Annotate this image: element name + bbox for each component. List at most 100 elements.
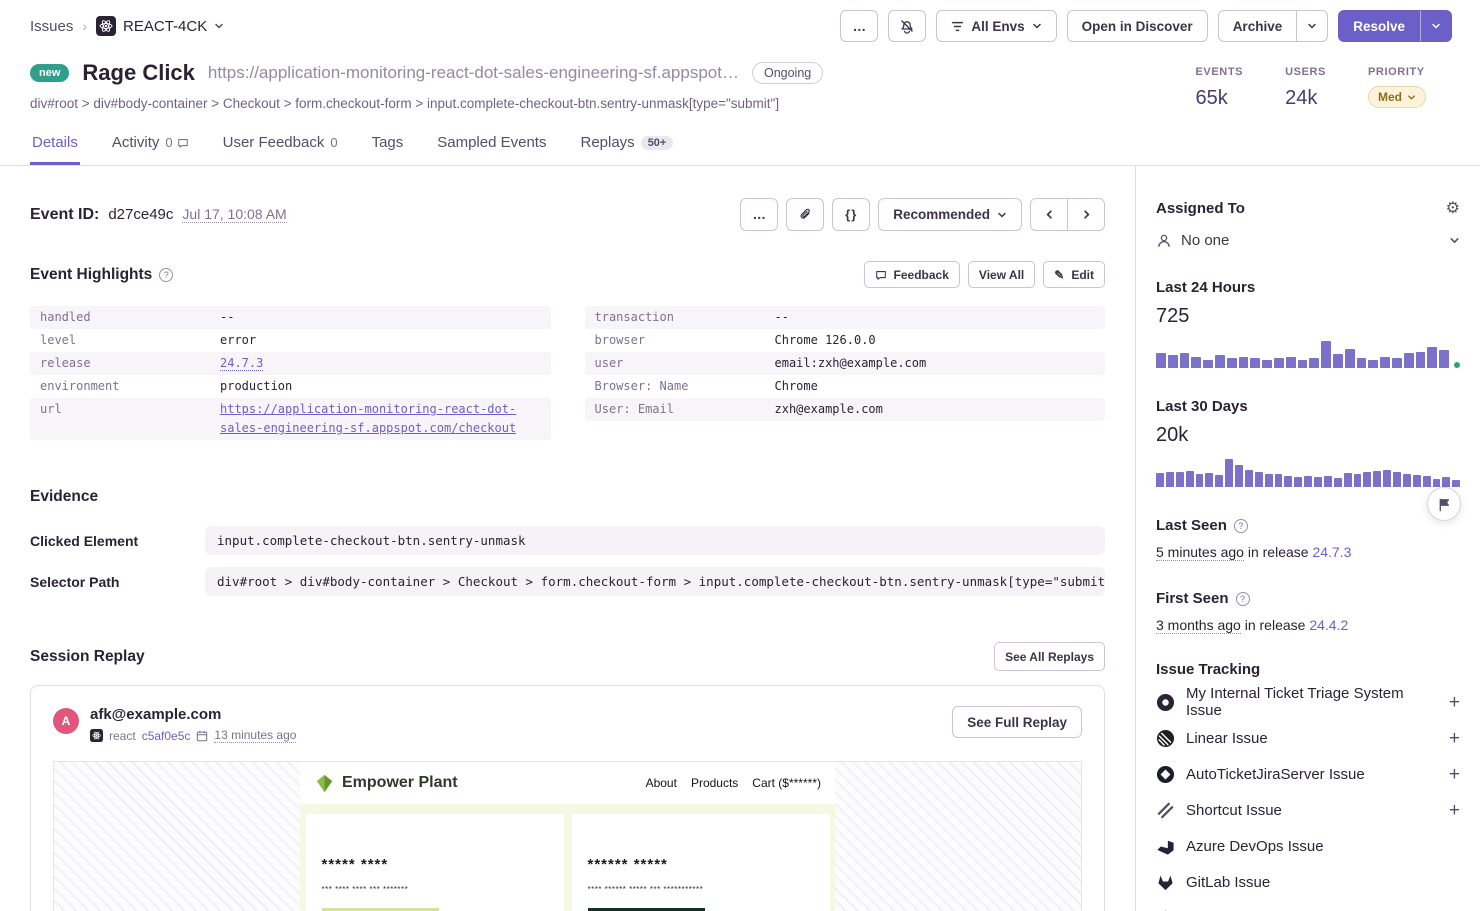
replay-user-link[interactable]: afk@example.com — [90, 706, 296, 723]
product-title: ****** ***** — [588, 856, 814, 873]
tab-replays[interactable]: Replays50+ — [578, 125, 675, 165]
highlight-row: release24.7.3 — [30, 352, 551, 375]
feedback-button[interactable]: Feedback — [864, 261, 960, 288]
spark-bar — [1334, 478, 1342, 487]
stat-events-value[interactable]: 65k — [1195, 87, 1243, 110]
last-seen-release-link[interactable]: 24.7.3 — [1312, 544, 1351, 560]
resolve-button[interactable]: Resolve — [1338, 10, 1420, 42]
issue-tracking-item[interactable]: Azure DevOps Issue — [1156, 828, 1460, 864]
replay-preview[interactable]: Empower Plant AboutProductsCart ($******… — [53, 761, 1082, 911]
status-badge: Ongoing — [752, 62, 823, 84]
see-all-replays-button[interactable]: See All Replays — [994, 642, 1105, 671]
spark-bar — [1333, 354, 1343, 368]
event-attachments-button[interactable] — [786, 198, 824, 231]
highlight-value: zxh@example.com — [775, 400, 1096, 419]
event-timestamp: Jul 17, 10:08 AM — [182, 206, 286, 223]
resolve-dropdown-button[interactable] — [1420, 10, 1452, 42]
see-full-replay-button[interactable]: See Full Replay — [952, 706, 1082, 738]
evidence-label: Clicked Element — [30, 533, 205, 549]
spark-bar — [1439, 350, 1449, 368]
archive-button[interactable]: Archive — [1218, 10, 1298, 42]
more-actions-button[interactable]: … — [840, 10, 878, 42]
highlight-key: handled — [40, 308, 220, 327]
highlight-value: -- — [775, 308, 1096, 327]
event-json-button[interactable]: {} — [832, 198, 870, 231]
view-all-button[interactable]: View All — [968, 261, 1035, 288]
spark-bar — [1203, 360, 1213, 368]
issue-tracking-item[interactable]: Shortcut Issue + — [1156, 792, 1460, 828]
add-issue-link-button[interactable]: + — [1449, 765, 1460, 784]
issue-tracking-item[interactable]: Linear Issue + — [1156, 720, 1460, 756]
tab-sampled-events[interactable]: Sampled Events — [435, 125, 548, 165]
spark-bar — [1227, 358, 1237, 368]
replay-site-brand: Empower Plant — [342, 774, 458, 792]
stat-users-label: USERS — [1285, 66, 1326, 78]
priority-value: Med — [1378, 90, 1402, 104]
mute-notifications-button[interactable] — [888, 10, 926, 42]
spark-bar — [1363, 472, 1371, 487]
stat-users-value[interactable]: 24k — [1285, 87, 1326, 110]
session-replay-title: Session Replay — [30, 648, 145, 666]
edit-highlights-button[interactable]: ✎ Edit — [1043, 261, 1105, 288]
project-selector[interactable]: REACT-4CK — [96, 16, 224, 36]
spark-bar — [1404, 353, 1414, 368]
last-30d-chart — [1156, 459, 1460, 487]
issue-tracking-item[interactable]: AutoTicketJiraServer Issue+ — [1156, 756, 1460, 792]
avatar: A — [53, 708, 79, 734]
assignee-dropdown[interactable]: No one — [1156, 232, 1460, 249]
open-in-discover-button[interactable]: Open in Discover — [1067, 10, 1208, 42]
spark-bar — [1274, 358, 1284, 368]
evidence-label: Selector Path — [30, 574, 205, 590]
tab-label: Activity — [112, 134, 160, 151]
next-event-button[interactable] — [1067, 198, 1105, 231]
last-24h-count: 725 — [1156, 305, 1460, 328]
issue-tracking-label: Linear Issue — [1186, 730, 1268, 747]
spark-bar — [1215, 475, 1223, 487]
issue-tracking-item[interactable]: Jira Issue — [1156, 900, 1460, 911]
highlight-row: urlhttps://application-monitoring-react-… — [30, 398, 551, 440]
add-issue-link-button[interactable]: + — [1449, 693, 1460, 712]
issue-tracking-item[interactable]: GitLab Issue — [1156, 864, 1460, 900]
add-issue-link-button[interactable]: + — [1449, 801, 1460, 820]
calendar-icon — [196, 730, 208, 742]
issue-url: https://application-monitoring-react-dot… — [208, 63, 739, 83]
highlight-value[interactable]: https://application-monitoring-react-dot… — [220, 400, 541, 438]
assignee-value: No one — [1181, 232, 1229, 249]
spark-bar — [1368, 360, 1378, 368]
comment-bubble-icon — [177, 137, 189, 149]
tab-activity[interactable]: Activity0 — [110, 125, 191, 165]
tab-details[interactable]: Details — [30, 125, 80, 165]
add-issue-link-button[interactable]: + — [1449, 729, 1460, 748]
spark-bar — [1191, 357, 1201, 368]
spark-bar — [1286, 357, 1296, 368]
replay-id-link[interactable]: c5af0e5c — [142, 729, 191, 743]
chevron-right-icon — [1081, 209, 1092, 220]
gear-icon[interactable]: ⚙ — [1446, 201, 1460, 217]
session-replay-card: A afk@example.com react c5af0e5c — [30, 685, 1105, 911]
event-toolbar: … {} Recommended — [740, 198, 1105, 231]
spark-bar — [1284, 476, 1292, 487]
highlight-value[interactable]: 24.7.3 — [220, 354, 541, 373]
linear-icon — [1156, 729, 1175, 748]
tab-tags[interactable]: Tags — [370, 125, 406, 165]
event-sort-dropdown[interactable]: Recommended — [878, 198, 1022, 231]
archive-dropdown-button[interactable] — [1296, 10, 1328, 42]
tab-user-feedback[interactable]: User Feedback0 — [221, 125, 340, 165]
highlight-key: browser — [595, 331, 775, 350]
priority-dropdown[interactable]: Med — [1368, 86, 1426, 108]
stat-priority: PRIORITY Med — [1368, 66, 1426, 110]
breadcrumb: Issues › REACT-4CK — [30, 16, 224, 36]
jira-server-icon — [1156, 765, 1175, 784]
first-seen-release-link[interactable]: 24.4.2 — [1309, 617, 1348, 633]
previous-event-button[interactable] — [1030, 198, 1068, 231]
braces-icon: {} — [845, 207, 857, 222]
event-more-button[interactable]: … — [740, 198, 778, 231]
issue-tracking-label: Shortcut Issue — [1186, 802, 1282, 819]
last-30d-count: 20k — [1156, 424, 1460, 447]
floating-flag-button[interactable] — [1427, 487, 1461, 521]
issue-tracking-item[interactable]: My Internal Ticket Triage System Issue+ — [1156, 684, 1460, 720]
breadcrumb-issues-link[interactable]: Issues — [30, 18, 73, 35]
filter-icon — [951, 20, 964, 33]
chevron-down-icon — [1032, 21, 1042, 31]
environment-filter-button[interactable]: All Envs — [936, 10, 1056, 42]
